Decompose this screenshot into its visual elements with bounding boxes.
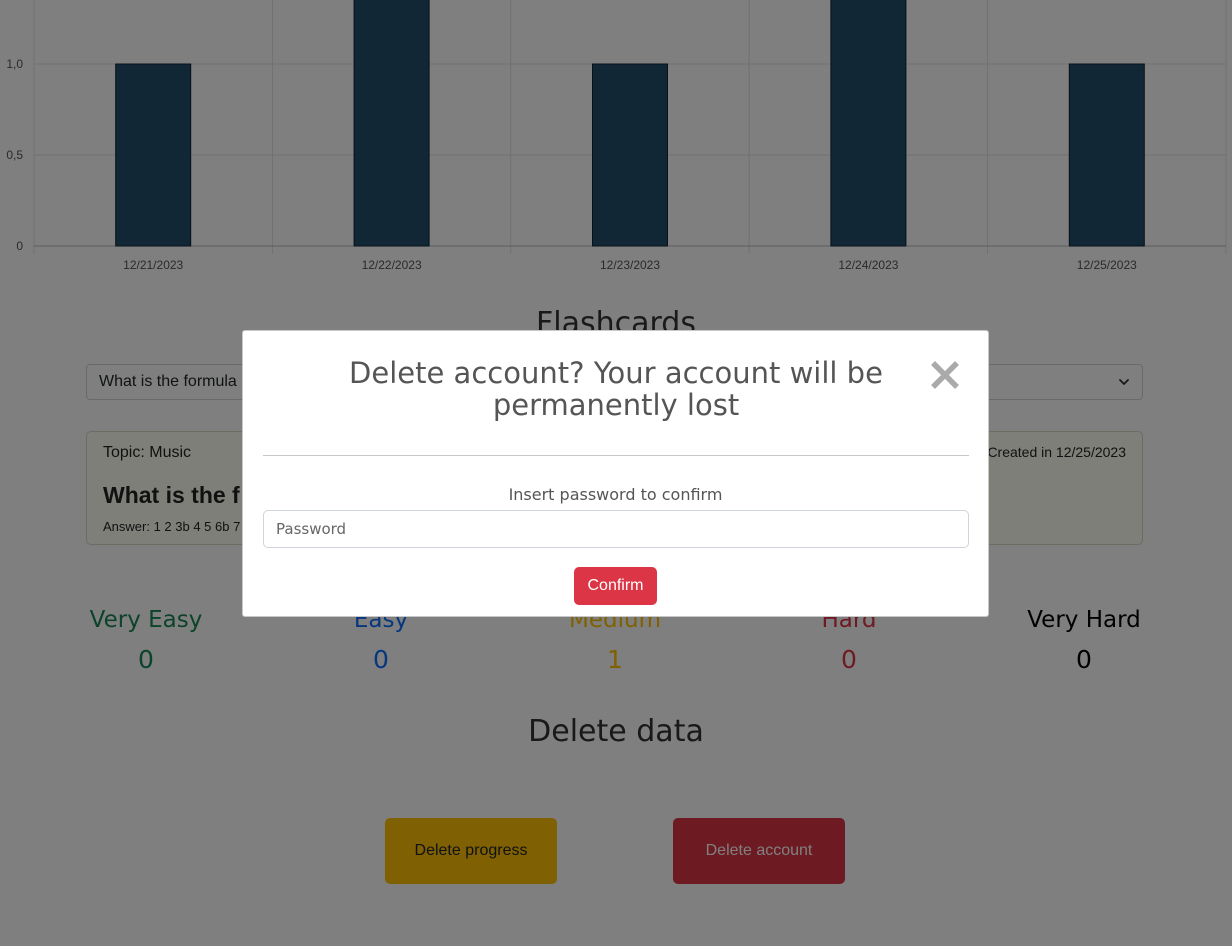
- close-button[interactable]: [927, 357, 963, 393]
- delete-account-modal: Delete account? Your account will be per…: [242, 330, 989, 617]
- close-icon: [931, 361, 959, 389]
- modal-title: Delete account? Your account will be per…: [349, 356, 883, 422]
- password-prompt: Insert password to confirm: [508, 485, 723, 504]
- confirm-button[interactable]: Confirm: [574, 567, 657, 605]
- page: 00,51,012/21/202312/22/202312/23/202312/…: [0, 0, 1232, 946]
- modal-divider: [263, 455, 969, 456]
- password-input[interactable]: [263, 510, 969, 548]
